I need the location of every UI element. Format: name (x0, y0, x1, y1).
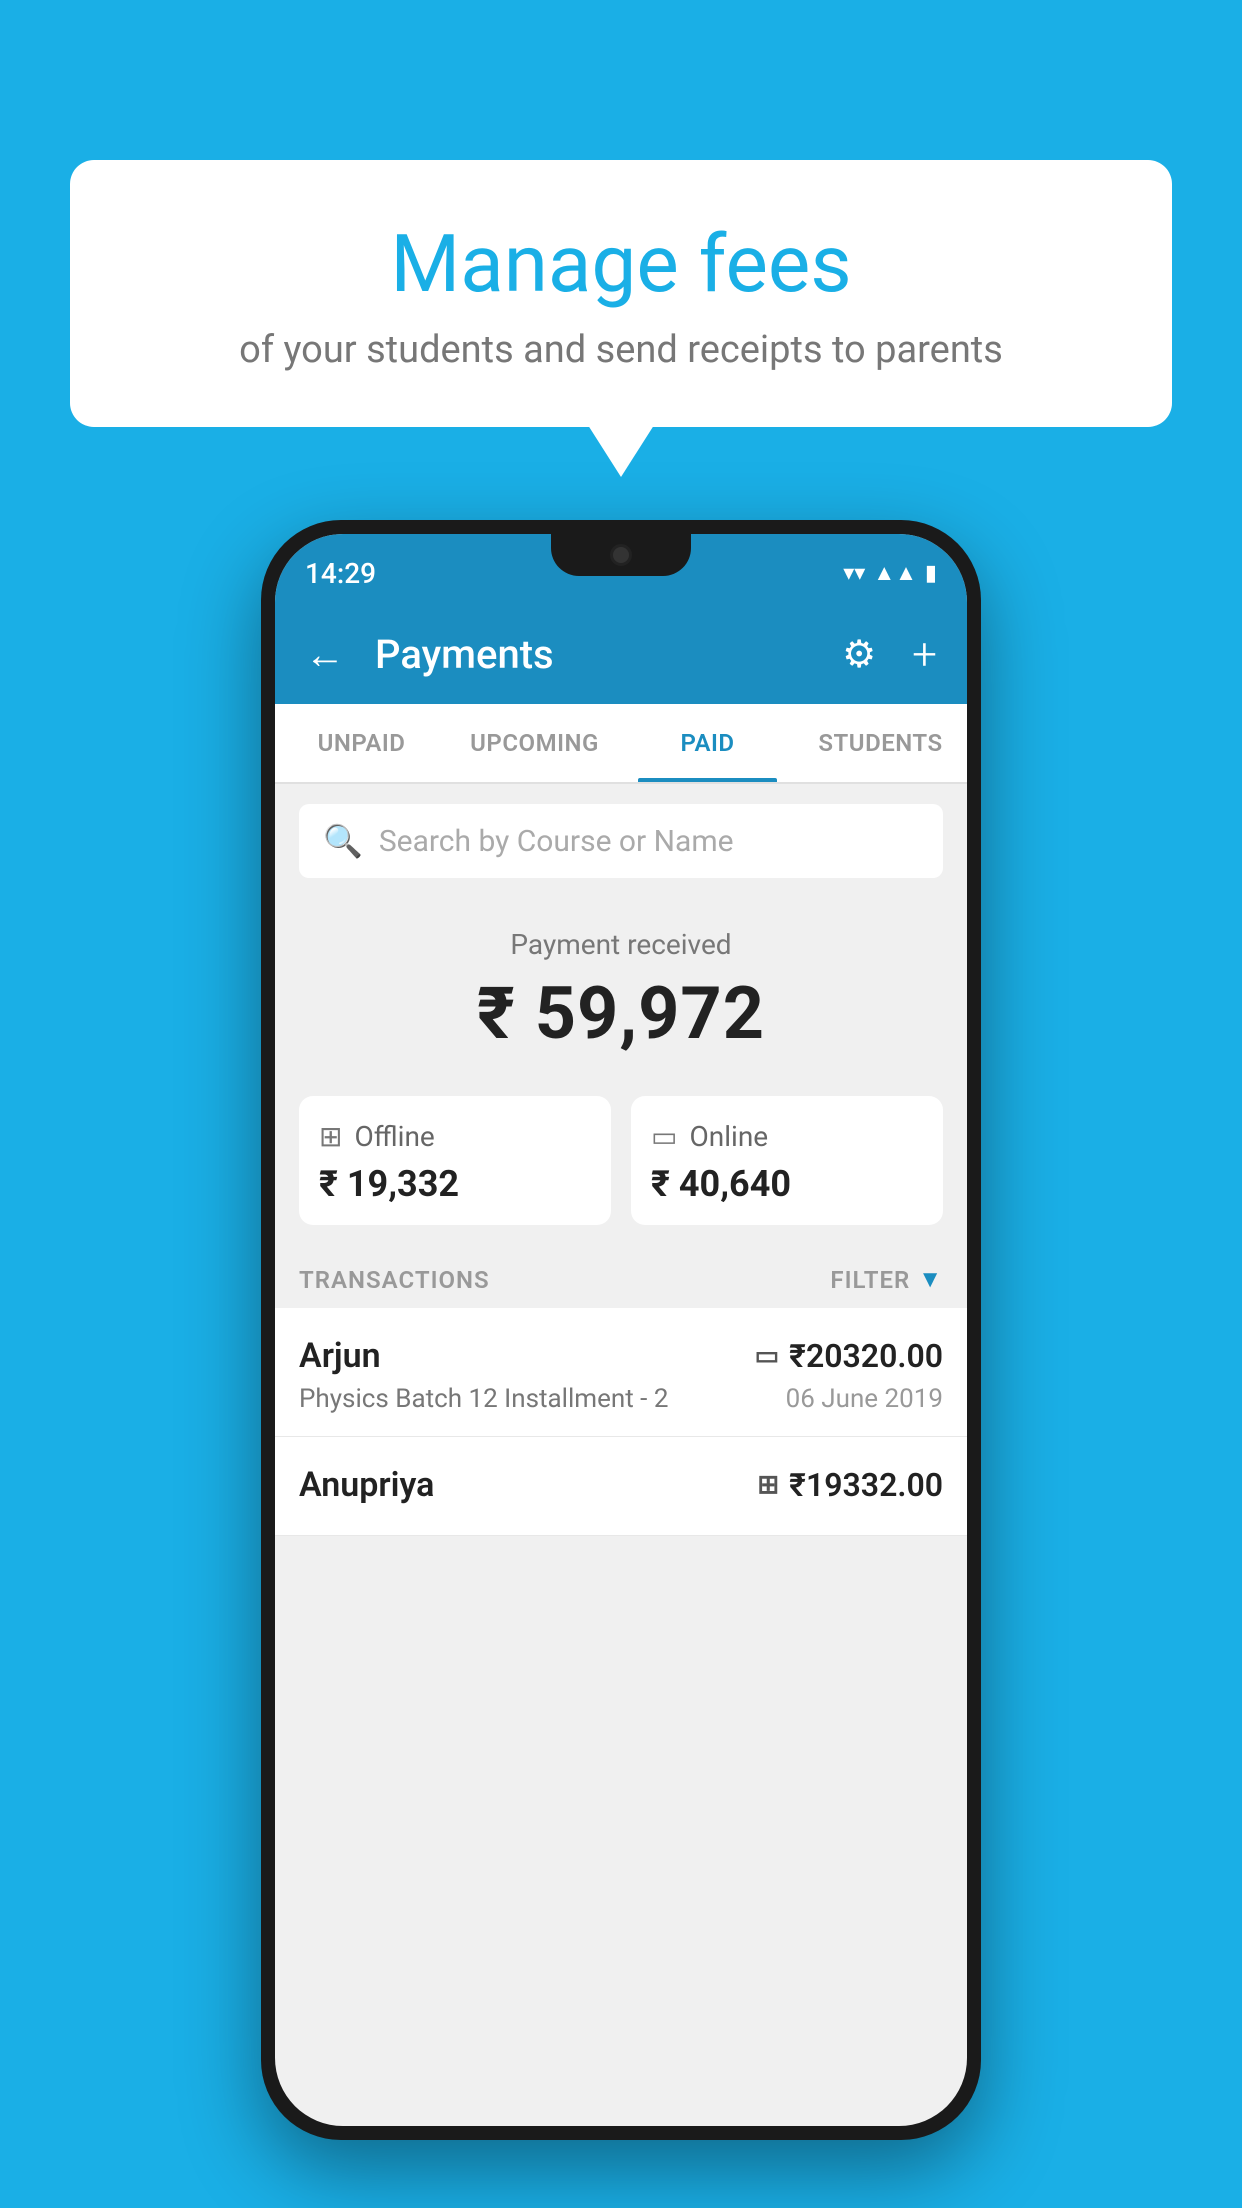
transaction-row-1: Arjun ▭ ₹20320.00 (299, 1336, 943, 1376)
online-card-header: ▭ Online (651, 1120, 923, 1153)
amount-value-2: ₹19332.00 (789, 1466, 943, 1504)
course-name: Physics Batch 12 Installment - 2 (299, 1384, 668, 1414)
payment-label: Payment received (275, 928, 967, 961)
tabs-bar: UNPAID UPCOMING PAID STUDENTS (275, 704, 967, 784)
offline-label: Offline (354, 1120, 434, 1153)
search-container: 🔍 Search by Course or Name (275, 784, 967, 898)
phone-screen: 14:29 ▾▾ ▲▲ ▮ ← Payments ⚙ + UNPAID UPCO… (275, 534, 967, 2126)
transaction-date: 06 June 2019 (786, 1384, 943, 1414)
online-card: ▭ Online ₹ 40,640 (631, 1096, 943, 1225)
phone-mockup: 14:29 ▾▾ ▲▲ ▮ ← Payments ⚙ + UNPAID UPCO… (261, 520, 981, 2140)
search-input[interactable]: Search by Course or Name (379, 824, 734, 859)
payment-amount: ₹ 59,972 (275, 971, 967, 1056)
phone-notch (551, 534, 691, 576)
transaction-item[interactable]: Arjun ▭ ₹20320.00 Physics Batch 12 Insta… (275, 1308, 967, 1437)
offline-card-header: ⊞ Offline (319, 1120, 591, 1153)
search-icon: 🔍 (323, 822, 363, 860)
content-area: 🔍 Search by Course or Name Payment recei… (275, 784, 967, 1536)
add-button[interactable]: + (912, 628, 937, 680)
bubble-subtitle: of your students and send receipts to pa… (120, 328, 1122, 372)
status-time: 14:29 (305, 557, 376, 590)
transaction-amount-2: ⊞ ₹19332.00 (757, 1466, 943, 1504)
filter-button[interactable]: FILTER ▼ (830, 1265, 943, 1294)
online-amount: ₹ 40,640 (651, 1163, 923, 1205)
payment-summary: Payment received ₹ 59,972 (275, 898, 967, 1076)
transaction-row-2: Anupriya ⊞ ₹19332.00 (299, 1465, 943, 1505)
transaction-item-2[interactable]: Anupriya ⊞ ₹19332.00 (275, 1437, 967, 1536)
signal-icon: ▲▲ (873, 560, 917, 586)
back-button[interactable]: ← (305, 631, 345, 678)
phone-outer: 14:29 ▾▾ ▲▲ ▮ ← Payments ⚙ + UNPAID UPCO… (261, 520, 981, 2140)
offline-card: ⊞ Offline ₹ 19,332 (299, 1096, 611, 1225)
transactions-header: TRANSACTIONS FILTER ▼ (275, 1245, 967, 1308)
bubble-title: Manage fees (120, 220, 1122, 308)
tab-upcoming[interactable]: UPCOMING (448, 704, 621, 782)
settings-icon[interactable]: ⚙ (842, 632, 876, 677)
wifi-icon: ▾▾ (843, 561, 865, 586)
amount-value: ₹20320.00 (789, 1337, 943, 1375)
tab-unpaid[interactable]: UNPAID (275, 704, 448, 782)
student-name-2: Anupriya (299, 1465, 434, 1505)
search-box[interactable]: 🔍 Search by Course or Name (299, 804, 943, 878)
battery-icon: ▮ (925, 561, 937, 586)
credit-card-icon: ▭ (755, 1341, 780, 1371)
transaction-detail-1: Physics Batch 12 Installment - 2 06 June… (299, 1384, 943, 1414)
speech-bubble: Manage fees of your students and send re… (70, 160, 1172, 427)
tab-students[interactable]: STUDENTS (794, 704, 967, 782)
student-name: Arjun (299, 1336, 381, 1376)
offline-amount: ₹ 19,332 (319, 1163, 591, 1205)
front-camera (610, 544, 632, 566)
offline-icon: ⊞ (319, 1120, 342, 1153)
app-title: Payments (375, 631, 822, 678)
cash-icon: ⊞ (757, 1470, 779, 1500)
filter-label: FILTER (830, 1266, 910, 1294)
payment-cards: ⊞ Offline ₹ 19,332 ▭ Online ₹ 40,640 (275, 1076, 967, 1245)
app-bar: ← Payments ⚙ + (275, 604, 967, 704)
transaction-amount: ▭ ₹20320.00 (755, 1337, 943, 1375)
status-icons: ▾▾ ▲▲ ▮ (843, 560, 937, 586)
online-label: Online (689, 1120, 768, 1153)
filter-icon: ▼ (918, 1265, 943, 1294)
online-icon: ▭ (651, 1120, 677, 1153)
transactions-label: TRANSACTIONS (299, 1266, 490, 1294)
tab-paid[interactable]: PAID (621, 704, 794, 782)
